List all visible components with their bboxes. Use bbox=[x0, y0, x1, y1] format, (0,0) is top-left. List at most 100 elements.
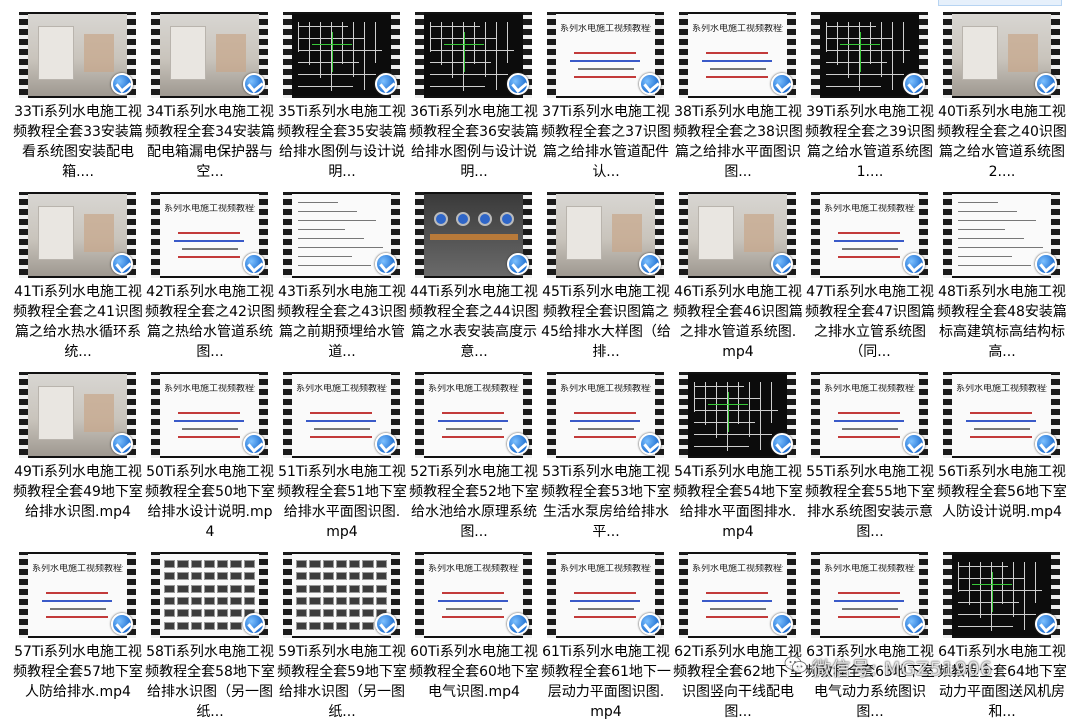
file-name[interactable]: 53Ti系列水电施工视频教程全套53地下室生活水泵房给给排水平... bbox=[541, 462, 671, 544]
file-name[interactable]: 49Ti系列水电施工视频教程全套49地下室给排水识图.mp4 bbox=[13, 462, 143, 544]
media-player-icon bbox=[1035, 613, 1057, 635]
video-thumbnail[interactable]: 系列水电施工视频教程全套 bbox=[19, 552, 136, 638]
video-thumbnail[interactable] bbox=[19, 192, 136, 278]
video-thumbnail[interactable] bbox=[19, 372, 136, 458]
video-thumbnail[interactable] bbox=[811, 12, 928, 98]
file-item[interactable]: 系列水电施工视频教程全套53Ti系列水电施工视频教程全套53地下室生活水泵房给给… bbox=[537, 370, 671, 550]
file-name[interactable]: 42Ti系列水电施工视频教程全套之42识图篇之热给水管道系统图... bbox=[145, 282, 275, 364]
file-name[interactable]: 58Ti系列水电施工视频教程全套58地下室给排水识图（另一图纸... bbox=[145, 642, 275, 720]
top-strip bbox=[0, 0, 1074, 10]
file-name[interactable]: 45Ti系列水电施工视频教程全套识图篇之45给排水大样图（给排... bbox=[541, 282, 671, 364]
video-thumbnail[interactable]: 系列水电施工视频教程全套 bbox=[679, 552, 796, 638]
media-player-icon bbox=[639, 73, 661, 95]
file-item[interactable]: 33Ti系列水电施工视频教程全套33安装篇看系统图安装配电箱.... bbox=[9, 10, 143, 190]
video-thumbnail[interactable] bbox=[283, 12, 400, 98]
video-thumbnail[interactable]: 系列水电施工视频教程全套 bbox=[151, 192, 268, 278]
file-name[interactable]: 59Ti系列水电施工视频教程全套59地下室给排水识图（另一图纸... bbox=[277, 642, 407, 720]
file-item[interactable]: 35Ti系列水电施工视频教程全套35安装篇给排水图例与设计说明... bbox=[273, 10, 407, 190]
file-item[interactable]: 64Ti系列水电施工视频教程全套64地下室动力平面图送风机房和... bbox=[933, 550, 1067, 720]
file-item[interactable]: 系列水电施工视频教程全套61Ti系列水电施工视频教程全套61地下一层动力平面图识… bbox=[537, 550, 671, 720]
video-thumbnail[interactable] bbox=[943, 12, 1060, 98]
file-item[interactable]: 54Ti系列水电施工视频教程全套54地下室给排水平面图排水.mp4 bbox=[669, 370, 803, 550]
file-item[interactable]: 41Ti系列水电施工视频教程全套之41识图篇之给水热水循环系统... bbox=[9, 190, 143, 370]
video-thumbnail[interactable]: 系列水电施工视频教程全套 bbox=[679, 12, 796, 98]
file-item[interactable]: 59Ti系列水电施工视频教程全套59地下室给排水识图（另一图纸... bbox=[273, 550, 407, 720]
file-item[interactable]: 43Ti系列水电施工视频教程全套之43识图篇之前期预埋给水管道... bbox=[273, 190, 407, 370]
file-item[interactable]: 系列水电施工视频教程全套51Ti系列水电施工视频教程全套51地下室给排水平面图识… bbox=[273, 370, 407, 550]
file-name[interactable]: 61Ti系列水电施工视频教程全套61地下一层动力平面图识图.mp4 bbox=[541, 642, 671, 720]
file-item[interactable]: 34Ti系列水电施工视频教程全套34安装篇配电箱漏电保护器与空... bbox=[141, 10, 275, 190]
video-thumbnail[interactable]: 系列水电施工视频教程全套 bbox=[943, 372, 1060, 458]
video-thumbnail[interactable] bbox=[283, 552, 400, 638]
video-thumbnail[interactable]: 系列水电施工视频教程全套 bbox=[811, 372, 928, 458]
file-item[interactable]: 36Ti系列水电施工视频教程全套36安装篇给排水图例与设计说明... bbox=[405, 10, 539, 190]
file-name[interactable]: 34Ti系列水电施工视频教程全套34安装篇配电箱漏电保护器与空... bbox=[145, 102, 275, 184]
video-thumbnail[interactable] bbox=[943, 552, 1060, 638]
video-thumbnail[interactable]: 系列水电施工视频教程全套 bbox=[547, 372, 664, 458]
video-thumbnail[interactable] bbox=[283, 192, 400, 278]
file-name[interactable]: 57Ti系列水电施工视频教程全套57地下室人防给排水.mp4 bbox=[13, 642, 143, 720]
media-player-icon bbox=[243, 613, 265, 635]
file-name[interactable]: 54Ti系列水电施工视频教程全套54地下室给排水平面图排水.mp4 bbox=[673, 462, 803, 544]
video-thumbnail[interactable]: 系列水电施工视频教程全套 bbox=[547, 12, 664, 98]
file-name[interactable]: 38Ti系列水电施工视频教程全套之38识图篇之给排水平面图识图... bbox=[673, 102, 803, 184]
file-name[interactable]: 60Ti系列水电施工视频教程全套60地下室电气识图.mp4 bbox=[409, 642, 539, 720]
video-thumbnail[interactable]: 系列水电施工视频教程全套 bbox=[415, 552, 532, 638]
video-thumbnail[interactable]: 系列水电施工视频教程全套 bbox=[811, 552, 928, 638]
file-name[interactable]: 55Ti系列水电施工视频教程全套55地下室排水系统图安装示意图... bbox=[805, 462, 935, 544]
file-item[interactable]: 58Ti系列水电施工视频教程全套58地下室给排水识图（另一图纸... bbox=[141, 550, 275, 720]
file-name[interactable]: 51Ti系列水电施工视频教程全套51地下室给排水平面图识图.mp4 bbox=[277, 462, 407, 544]
video-thumbnail[interactable]: 系列水电施工视频教程全套 bbox=[547, 552, 664, 638]
file-item[interactable]: 系列水电施工视频教程全套38Ti系列水电施工视频教程全套之38识图篇之给排水平面… bbox=[669, 10, 803, 190]
file-item[interactable]: 44Ti系列水电施工视频教程全套之44识图篇之水表安装高度示意... bbox=[405, 190, 539, 370]
video-thumbnail[interactable]: 系列水电施工视频教程全套 bbox=[415, 372, 532, 458]
file-item[interactable]: 系列水电施工视频教程全套62Ti系列水电施工视频教程全套62地下室识图竖向干线配… bbox=[669, 550, 803, 720]
file-item[interactable]: 系列水电施工视频教程全套50Ti系列水电施工视频教程全套50地下室给排水设计说明… bbox=[141, 370, 275, 550]
file-item[interactable]: 49Ti系列水电施工视频教程全套49地下室给排水识图.mp4 bbox=[9, 370, 143, 550]
file-name[interactable]: 44Ti系列水电施工视频教程全套之44识图篇之水表安装高度示意... bbox=[409, 282, 539, 364]
file-name[interactable]: 35Ti系列水电施工视频教程全套35安装篇给排水图例与设计说明... bbox=[277, 102, 407, 184]
file-item[interactable]: 48Ti系列水电施工视频教程全套48安装篇标高建筑标高结构标高... bbox=[933, 190, 1067, 370]
file-item[interactable]: 46Ti系列水电施工视频教程全套46识图篇之排水管道系统图.mp4 bbox=[669, 190, 803, 370]
media-player-icon bbox=[243, 253, 265, 275]
video-thumbnail[interactable] bbox=[19, 12, 136, 98]
file-name[interactable]: 43Ti系列水电施工视频教程全套之43识图篇之前期预埋给水管道... bbox=[277, 282, 407, 364]
file-name[interactable]: 41Ti系列水电施工视频教程全套之41识图篇之给水热水循环系统... bbox=[13, 282, 143, 364]
video-thumbnail[interactable] bbox=[415, 192, 532, 278]
file-item[interactable]: 系列水电施工视频教程全套57Ti系列水电施工视频教程全套57地下室人防给排水.m… bbox=[9, 550, 143, 720]
file-item[interactable]: 40Ti系列水电施工视频教程全套之40识图篇之给水管道系统图2.... bbox=[933, 10, 1067, 190]
file-item[interactable]: 系列水电施工视频教程全套60Ti系列水电施工视频教程全套60地下室电气识图.mp… bbox=[405, 550, 539, 720]
video-thumbnail[interactable] bbox=[547, 192, 664, 278]
video-thumbnail[interactable]: 系列水电施工视频教程全套 bbox=[283, 372, 400, 458]
video-thumbnail[interactable] bbox=[415, 12, 532, 98]
media-player-icon bbox=[771, 73, 793, 95]
file-item[interactable]: 系列水电施工视频教程全套52Ti系列水电施工视频教程全套52地下室给水池给水原理… bbox=[405, 370, 539, 550]
video-thumbnail[interactable]: 系列水电施工视频教程全套 bbox=[811, 192, 928, 278]
file-name[interactable]: 52Ti系列水电施工视频教程全套52地下室给水池给水原理系统图... bbox=[409, 462, 539, 544]
video-thumbnail[interactable] bbox=[151, 12, 268, 98]
video-thumbnail[interactable] bbox=[679, 372, 796, 458]
video-thumbnail[interactable] bbox=[679, 192, 796, 278]
file-item[interactable]: 系列水电施工视频教程全套42Ti系列水电施工视频教程全套之42识图篇之热给水管道… bbox=[141, 190, 275, 370]
file-item[interactable]: 系列水电施工视频教程全套56Ti系列水电施工视频教程全套56地下室人防设计说明.… bbox=[933, 370, 1067, 550]
file-name[interactable]: 50Ti系列水电施工视频教程全套50地下室给排水设计说明.mp4 bbox=[145, 462, 275, 544]
file-name[interactable]: 48Ti系列水电施工视频教程全套48安装篇标高建筑标高结构标高... bbox=[937, 282, 1067, 364]
file-name[interactable]: 56Ti系列水电施工视频教程全套56地下室人防设计说明.mp4 bbox=[937, 462, 1067, 544]
video-thumbnail[interactable] bbox=[943, 192, 1060, 278]
file-item[interactable]: 系列水电施工视频教程全套63Ti系列水电施工视频教程全套63地下室电气动力系统图… bbox=[801, 550, 935, 720]
film-perforation bbox=[547, 552, 556, 638]
file-name[interactable]: 46Ti系列水电施工视频教程全套46识图篇之排水管道系统图.mp4 bbox=[673, 282, 803, 364]
file-name[interactable]: 39Ti系列水电施工视频教程全套之39识图篇之给水管道系统图1.... bbox=[805, 102, 935, 184]
video-thumbnail[interactable]: 系列水电施工视频教程全套 bbox=[151, 372, 268, 458]
file-name[interactable]: 40Ti系列水电施工视频教程全套之40识图篇之给水管道系统图2.... bbox=[937, 102, 1067, 184]
file-name[interactable]: 47Ti系列水电施工视频教程全套47识图篇之排水立管系统图（同... bbox=[805, 282, 935, 364]
video-thumbnail[interactable] bbox=[151, 552, 268, 638]
file-item[interactable]: 系列水电施工视频教程全套47Ti系列水电施工视频教程全套47识图篇之排水立管系统… bbox=[801, 190, 935, 370]
file-item[interactable]: 39Ti系列水电施工视频教程全套之39识图篇之给水管道系统图1.... bbox=[801, 10, 935, 190]
file-item[interactable]: 系列水电施工视频教程全套55Ti系列水电施工视频教程全套55地下室排水系统图安装… bbox=[801, 370, 935, 550]
file-name[interactable]: 33Ti系列水电施工视频教程全套33安装篇看系统图安装配电箱.... bbox=[13, 102, 143, 184]
file-item[interactable]: 系列水电施工视频教程全套37Ti系列水电施工视频教程全套之37识图篇之给排水管道… bbox=[537, 10, 671, 190]
file-name[interactable]: 36Ti系列水电施工视频教程全套36安装篇给排水图例与设计说明... bbox=[409, 102, 539, 184]
file-item[interactable]: 45Ti系列水电施工视频教程全套识图篇之45给排水大样图（给排... bbox=[537, 190, 671, 370]
file-name[interactable]: 37Ti系列水电施工视频教程全套之37识图篇之给排水管道配件认... bbox=[541, 102, 671, 184]
